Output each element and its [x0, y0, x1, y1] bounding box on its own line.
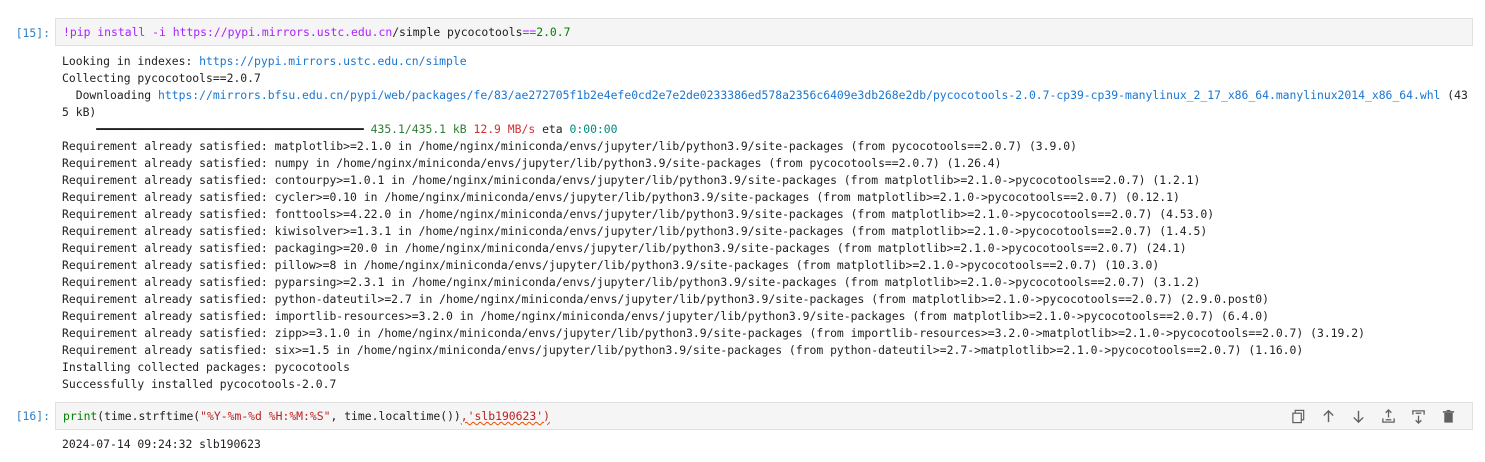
- code-part: (time.strftime(: [97, 409, 201, 423]
- code-sep: //: [213, 25, 228, 39]
- arrow-up-icon[interactable]: [1319, 407, 1338, 426]
- code-version: 2.0.7: [536, 25, 571, 39]
- output-line: Requirement already satisfied: pillow>=8…: [62, 258, 1160, 272]
- output-line: Requirement already satisfied: numpy in …: [62, 156, 1002, 170]
- cell-input-editor[interactable]: print(time.strftime("%Y-%m-%d %H:%M:%S",…: [55, 402, 1473, 430]
- code-magic: !pip install -i https:: [63, 25, 214, 39]
- output-line-downloading: Downloading https://mirrors.bfsu.edu.cn/…: [62, 87, 1472, 121]
- cell-input-editor[interactable]: !pip install -i https://pypi.mirrors.ust…: [55, 18, 1473, 46]
- cell-toolbar: [1289, 407, 1458, 426]
- requirement-lines: Requirement already satisfied: matplotli…: [62, 138, 1472, 393]
- progress-speed: 12.9 MB/s: [473, 122, 536, 136]
- output-line: Requirement already satisfied: python-da…: [62, 292, 1269, 306]
- insert-above-icon[interactable]: [1379, 407, 1398, 426]
- output-line: Requirement already satisfied: zipp>=3.1…: [62, 326, 1365, 340]
- output-line: 2024-07-14 09:24:32 slb190623: [62, 437, 261, 451]
- code-cell-16[interactable]: [16]: print(time.strftime("%Y-%m-%d %H:%…: [0, 402, 1485, 460]
- code-operator: ==: [522, 25, 537, 39]
- code-text[interactable]: print(time.strftime("%Y-%m-%d %H:%M:%S",…: [63, 408, 550, 425]
- output-line: Requirement already satisfied: fonttools…: [62, 207, 1215, 221]
- cell-output: 2024-07-14 09:24:32 slb190623: [62, 436, 1472, 453]
- output-line: Requirement already satisfied: contourpy…: [62, 173, 1201, 187]
- code-host: pypi.mirrors.ustc.edu.cn: [227, 25, 393, 39]
- execution-count: [15]:: [15, 26, 50, 40]
- downloading-prefix: Downloading: [62, 88, 159, 102]
- output-line: Requirement already satisfied: cycler>=0…: [62, 190, 1180, 204]
- trash-icon[interactable]: [1439, 407, 1458, 426]
- index-url-link[interactable]: https://pypi.mirrors.ustc.edu.cn/simple: [199, 54, 466, 68]
- code-path: /simple pycocotools: [392, 25, 523, 39]
- progress-eta: 0:00:00: [569, 122, 618, 136]
- download-url-link[interactable]: https://mirrors.bfsu.edu.cn/pypi/web/pac…: [158, 88, 1440, 102]
- insert-below-icon[interactable]: [1409, 407, 1428, 426]
- code-warning-segment: ,'slb190623'): [460, 409, 550, 423]
- duplicate-icon[interactable]: [1289, 407, 1308, 426]
- progress-line: ━━━━━━━━━━━━━━━━━━━━━━━━━━━━━━━━━━━━━━━ …: [62, 121, 1472, 138]
- code-text[interactable]: !pip install -i https://pypi.mirrors.ust…: [63, 24, 571, 41]
- arrow-down-icon[interactable]: [1349, 407, 1368, 426]
- progress-size: 435.1/435.1 kB: [370, 122, 467, 136]
- code-format-string: "%Y-%m-%d %H:%M:%S": [200, 409, 331, 423]
- progress-bar: ━━━━━━━━━━━━━━━━━━━━━━━━━━━━━━━━━━━━━━━: [62, 122, 371, 136]
- output-line: Requirement already satisfied: matplotli…: [62, 139, 1077, 153]
- code-cell-15[interactable]: [15]: !pip install -i https://pypi.mirro…: [0, 18, 1485, 393]
- looking-prefix: Looking in indexes:: [62, 54, 200, 68]
- output-line: Requirement already satisfied: pyparsing…: [62, 275, 1201, 289]
- output-line: Requirement already satisfied: kiwisolve…: [62, 224, 1208, 238]
- output-line: Requirement already satisfied: packaging…: [62, 241, 1187, 255]
- output-line: Requirement already satisfied: six>=1.5 …: [62, 343, 1304, 357]
- code-function: print: [63, 409, 98, 423]
- output-line: Collecting pycocotools==2.0.7: [62, 71, 261, 85]
- output-line: Looking in indexes: https://pypi.mirrors…: [62, 53, 1472, 70]
- code-part: , time.localtime()): [330, 409, 461, 423]
- output-line: Requirement already satisfied: importlib…: [62, 309, 1269, 323]
- execution-count: [16]:: [15, 409, 50, 423]
- output-line: Installing collected packages: pycocotoo…: [62, 360, 351, 374]
- output-line: Successfully installed pycocotools-2.0.7: [62, 377, 337, 391]
- cell-output: Looking in indexes: https://pypi.mirrors…: [62, 53, 1472, 393]
- eta-label: eta: [542, 122, 563, 136]
